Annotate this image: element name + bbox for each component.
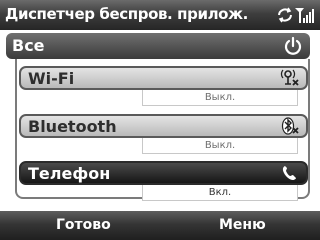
bluetooth-off-icon — [280, 117, 300, 135]
signal-icon — [295, 8, 314, 23]
bluetooth-label: Bluetooth — [28, 117, 117, 136]
wifi-label: Wi-Fi — [28, 69, 75, 88]
phone-state: Вкл. — [142, 185, 298, 201]
sync-icon — [278, 7, 292, 23]
wifi-off-icon — [280, 69, 300, 87]
all-label: Все — [12, 36, 45, 55]
phone-icon — [280, 164, 300, 182]
power-icon[interactable] — [282, 35, 304, 57]
phone-label: Телефон — [28, 164, 111, 183]
title-bar: Диспетчер беспров. прилож. — [0, 0, 320, 30]
menu-softkey[interactable]: Меню — [219, 217, 266, 233]
status-icons[interactable] — [276, 4, 316, 26]
bluetooth-state: Выкл. — [142, 138, 298, 154]
bluetooth-toggle-button[interactable]: Bluetooth — [19, 114, 308, 138]
window-title: Диспетчер беспров. прилож. — [5, 5, 248, 23]
wifi-toggle-button[interactable]: Wi-Fi — [19, 66, 308, 90]
wifi-state: Выкл. — [142, 90, 298, 106]
done-softkey[interactable]: Готово — [56, 217, 111, 233]
softkey-bar: Готово Меню — [0, 211, 320, 240]
all-toggle-header[interactable]: Все — [6, 33, 310, 59]
phone-toggle-button[interactable]: Телефон — [19, 161, 308, 185]
